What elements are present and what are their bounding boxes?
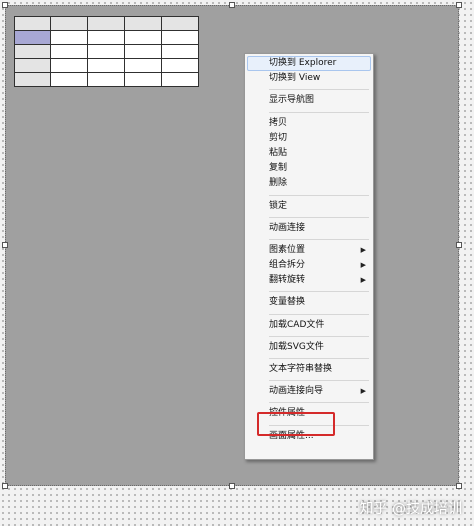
menu-item[interactable]: 复制 bbox=[247, 161, 371, 176]
menu-separator bbox=[247, 399, 371, 406]
menu-item[interactable]: 切换到 View bbox=[247, 71, 371, 86]
menu-item-label: 切换到 View bbox=[269, 73, 321, 84]
table-cell[interactable] bbox=[87, 72, 125, 87]
resize-handle-bottom-left[interactable] bbox=[2, 483, 8, 489]
menu-separator bbox=[247, 355, 371, 362]
submenu-arrow-icon: ▶ bbox=[360, 261, 366, 270]
menu-item[interactable]: 图素位置 ▶ bbox=[247, 243, 371, 258]
menu-item-label: 拷贝 bbox=[269, 117, 288, 128]
submenu-arrow-icon: ▶ bbox=[360, 245, 366, 254]
table-cell[interactable] bbox=[124, 30, 162, 45]
menu-item-label: 文本字符串替换 bbox=[269, 364, 333, 374]
table-cell[interactable] bbox=[14, 16, 51, 31]
menu-item-label: 动画连接向导 bbox=[269, 386, 324, 397]
menu-separator bbox=[247, 86, 371, 93]
menu-item-label: 加载CAD文件 bbox=[269, 319, 325, 330]
table-cell[interactable] bbox=[161, 58, 199, 73]
menu-item[interactable]: 翻转旋转 ▶ bbox=[247, 273, 371, 288]
menu-separator bbox=[247, 214, 371, 221]
resize-handle-middle-right[interactable] bbox=[456, 242, 462, 248]
resize-handle-top-left[interactable] bbox=[2, 2, 8, 8]
table-cell[interactable] bbox=[50, 58, 88, 73]
menu-item[interactable]: 拷贝 bbox=[247, 116, 371, 131]
menu-separator bbox=[247, 288, 371, 295]
menu-item-label: 变量替换 bbox=[269, 297, 306, 308]
table-cell[interactable] bbox=[14, 58, 51, 73]
menu-item[interactable]: 锁定 bbox=[247, 199, 371, 214]
table-cell[interactable] bbox=[87, 58, 125, 73]
menu-item-label: 翻转旋转 bbox=[269, 275, 306, 286]
resize-handle-top-right[interactable] bbox=[456, 2, 462, 8]
watermark: 知乎 @技成培训 bbox=[359, 501, 462, 517]
table-cell[interactable] bbox=[87, 44, 125, 59]
context-menu: 切换到 Explorer 切换到 View 显示导航图拷贝剪切粘贴复制删除锁定动画连… bbox=[244, 53, 374, 460]
table-cell[interactable] bbox=[87, 30, 125, 45]
table-cell[interactable] bbox=[124, 72, 162, 87]
table-cell[interactable] bbox=[50, 30, 88, 45]
submenu-arrow-icon: ▶ bbox=[360, 387, 366, 396]
table-row bbox=[14, 30, 199, 45]
menu-item-label: 删除 bbox=[269, 178, 288, 189]
menu-item[interactable]: 加载SVG文件 bbox=[247, 340, 371, 355]
menu-separator bbox=[247, 236, 371, 243]
table-row bbox=[14, 16, 199, 31]
table-cell[interactable] bbox=[14, 30, 51, 45]
menu-separator bbox=[247, 109, 371, 116]
menu-item-label: 显示导航图 bbox=[269, 95, 315, 106]
table-cell[interactable] bbox=[124, 44, 162, 59]
drawing-canvas[interactable] bbox=[5, 5, 459, 486]
menu-item-label: 加载SVG文件 bbox=[269, 341, 324, 352]
menu-separator bbox=[247, 377, 371, 384]
table-cell[interactable] bbox=[14, 44, 51, 59]
table-cell[interactable] bbox=[161, 72, 199, 87]
menu-item[interactable]: 文本字符串替换 bbox=[247, 362, 371, 377]
menu-item-label: 粘贴 bbox=[269, 147, 288, 158]
table-cell[interactable] bbox=[161, 30, 199, 45]
menu-item[interactable]: 动画连接 bbox=[247, 221, 371, 236]
menu-item-label: 动画连接 bbox=[269, 222, 306, 233]
table-cell[interactable] bbox=[124, 58, 162, 73]
menu-separator bbox=[247, 311, 371, 318]
resize-handle-middle-left[interactable] bbox=[2, 242, 8, 248]
table-cell[interactable] bbox=[124, 16, 162, 31]
menu-item-label: 组合拆分 bbox=[269, 260, 306, 271]
resize-handle-bottom-right[interactable] bbox=[456, 483, 462, 489]
resize-handle-bottom-center[interactable] bbox=[229, 483, 235, 489]
menu-item[interactable]: 变量替换 bbox=[247, 295, 371, 310]
menu-item[interactable]: 粘贴 bbox=[247, 146, 371, 161]
menu-item[interactable]: 显示导航图 bbox=[247, 93, 371, 108]
table-cell[interactable] bbox=[14, 72, 51, 87]
menu-item[interactable]: 剪切 bbox=[247, 131, 371, 146]
table-row bbox=[14, 58, 199, 73]
menu-item-label: 切换到 Explorer bbox=[269, 58, 337, 68]
menu-item[interactable]: 组合拆分 ▶ bbox=[247, 258, 371, 273]
menu-separator bbox=[247, 192, 371, 199]
table-cell[interactable] bbox=[87, 16, 125, 31]
menu-separator bbox=[247, 333, 371, 340]
table-control[interactable] bbox=[14, 16, 199, 87]
menu-item-label: 剪切 bbox=[269, 132, 288, 143]
table-row bbox=[14, 72, 199, 87]
menu-item-label: 图素位置 bbox=[269, 244, 306, 255]
table-row bbox=[14, 44, 199, 59]
menu-item-label: 复制 bbox=[269, 163, 288, 174]
table-cell[interactable] bbox=[50, 44, 88, 59]
resize-handle-top-center[interactable] bbox=[229, 2, 235, 8]
menu-item[interactable]: 加载CAD文件 bbox=[247, 318, 371, 333]
menu-item[interactable]: 动画连接向导 ▶ bbox=[247, 384, 371, 399]
annotation-highlight-box bbox=[257, 412, 335, 436]
submenu-arrow-icon: ▶ bbox=[360, 276, 366, 285]
table-cell[interactable] bbox=[50, 16, 88, 31]
menu-item[interactable]: 删除 bbox=[247, 176, 371, 191]
menu-item-label: 锁定 bbox=[269, 200, 288, 211]
table-cell[interactable] bbox=[161, 16, 199, 31]
menu-item[interactable]: 切换到 Explorer bbox=[247, 56, 371, 72]
table-cell[interactable] bbox=[50, 72, 88, 87]
table-cell[interactable] bbox=[161, 44, 199, 59]
